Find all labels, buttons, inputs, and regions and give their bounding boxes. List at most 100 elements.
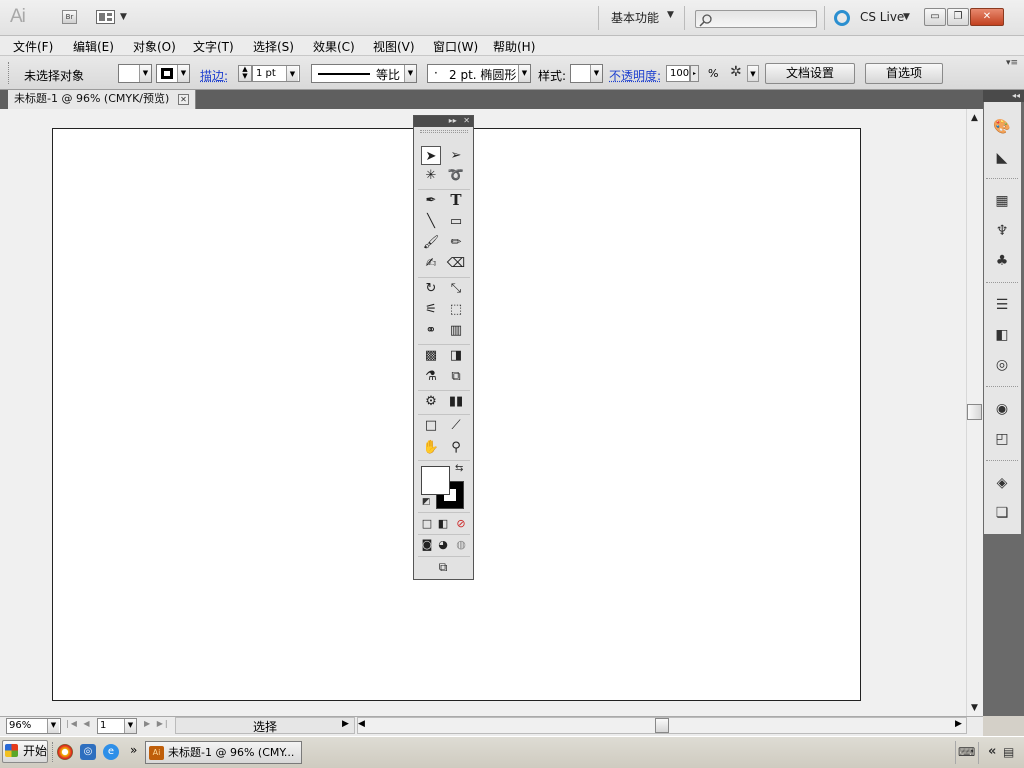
lasso-tool-icon[interactable]: ➰ [446, 166, 466, 185]
zoom-tool-icon[interactable]: ⚲ [446, 438, 466, 457]
chevron-down-icon[interactable]: ▼ [667, 10, 674, 20]
menu-object[interactable]: 对象(O) [133, 38, 176, 55]
perspective-grid-tool-icon[interactable]: ▥ [446, 321, 466, 340]
color-palette-icon[interactable]: 🎨 [993, 118, 1011, 136]
tools-panel-grip[interactable] [420, 130, 468, 133]
opacity-label[interactable]: 不透明度: [609, 67, 661, 84]
graphic-style-picker[interactable]: ▼ [570, 64, 603, 83]
browser-icon[interactable]: ◎ [80, 744, 96, 760]
tools-panel-header[interactable]: ▸▸ ✕ [414, 116, 473, 127]
color-guide-icon[interactable]: ◣ [993, 149, 1011, 167]
direct-selection-tool-icon[interactable]: ➢ [446, 146, 466, 165]
appearance-icon[interactable]: ◉ [993, 400, 1011, 418]
chevron-down-icon[interactable]: ▼ [518, 65, 530, 82]
chevron-down-icon[interactable]: ▼ [404, 65, 416, 82]
line-segment-tool-icon[interactable]: ╲ [421, 212, 441, 231]
cs-live-icon[interactable] [833, 9, 851, 27]
menu-file[interactable]: 文件(F) [13, 38, 53, 55]
opacity-slider-toggle[interactable]: ▸ [690, 65, 699, 82]
blob-brush-tool-icon[interactable]: ✍ [421, 254, 441, 273]
chevron-down-icon[interactable]: ▼ [139, 65, 151, 82]
first-prev-artboard-icon[interactable]: |◀ ◀ [66, 719, 92, 728]
width-tool-icon[interactable]: ⚟ [421, 300, 441, 319]
stroke-color-picker[interactable]: ▼ [156, 64, 190, 83]
layers-icon[interactable]: ◈ [993, 474, 1011, 492]
brush-definition[interactable]: · 2 pt. 椭圆形 ▼ [427, 64, 531, 83]
arrange-dropdown-icon[interactable]: ▼ [120, 12, 127, 22]
quicklaunch-overflow-icon[interactable]: » [130, 743, 137, 757]
shape-builder-tool-icon[interactable]: ⚭ [421, 321, 441, 340]
internet-explorer-icon[interactable]: e [103, 744, 119, 760]
graphic-styles-icon[interactable]: ◰ [993, 430, 1011, 448]
status-menu-icon[interactable]: ▶ [342, 719, 349, 729]
recolor-artwork-icon[interactable]: ✲ [730, 64, 742, 80]
change-screen-mode-icon[interactable]: ⧉ [433, 558, 453, 577]
column-graph-tool-icon[interactable]: ▮▮ [446, 392, 466, 411]
stroke-weight-stepper[interactable]: ▲ ▼ [238, 65, 252, 82]
chevron-down-icon[interactable]: ▼ [286, 66, 298, 81]
chevron-down-icon[interactable]: ▼ [747, 65, 759, 82]
draw-behind-icon[interactable]: ◕ [433, 535, 453, 554]
keyboard-icon[interactable]: ⌨ [958, 745, 975, 759]
draw-inside-icon[interactable]: ◍ [451, 535, 471, 554]
default-fill-stroke-icon[interactable]: ◩ [422, 497, 431, 507]
document-setup-button[interactable]: 文档设置 [765, 63, 855, 84]
taskbar-item-illustrator[interactable]: 未标题-1 @ 96% (CMY... [145, 741, 302, 764]
transparency-icon[interactable]: ◎ [993, 356, 1011, 374]
bridge-button[interactable]: Br [62, 10, 77, 24]
next-last-artboard-icon[interactable]: ▶ ▶| [144, 719, 170, 728]
menu-select[interactable]: 选择(S) [253, 38, 294, 55]
chevron-down-icon[interactable]: ▼ [177, 65, 189, 82]
none-mode-icon[interactable]: ⊘ [451, 514, 471, 533]
minimize-button[interactable]: ▭ [924, 8, 946, 26]
arrange-documents-icon[interactable] [96, 10, 115, 24]
paintbrush-tool-icon[interactable]: 🖌 [421, 233, 441, 252]
menu-help[interactable]: 帮助(H) [493, 38, 535, 55]
vertical-scroll-thumb[interactable] [967, 404, 982, 420]
hand-tool-icon[interactable]: ✋ [421, 438, 441, 457]
artboards-icon[interactable]: ❏ [993, 504, 1011, 522]
fill-color-picker[interactable]: ▼ [118, 64, 152, 83]
chrome-icon[interactable] [57, 744, 73, 760]
tray-expand-icon[interactable]: « [988, 744, 996, 759]
tools-close-button[interactable]: ✕ [463, 116, 470, 125]
scale-tool-icon[interactable]: ⤡ [446, 279, 466, 298]
menu-edit[interactable]: 编辑(E) [73, 38, 114, 55]
chevron-down-icon[interactable]: ▼ [124, 719, 136, 733]
document-tab[interactable]: 未标题-1 @ 96% (CMYK/预览) [8, 90, 196, 109]
scroll-right-icon[interactable]: ▶ [955, 719, 962, 729]
cs-live-button[interactable]: CS Live [860, 10, 904, 24]
menu-window[interactable]: 窗口(W) [433, 38, 478, 55]
rectangle-tool-icon[interactable]: ▭ [446, 212, 466, 231]
artboard-tool-icon[interactable]: □ [421, 416, 441, 435]
scroll-up-icon[interactable]: ▲ [966, 110, 983, 126]
close-button[interactable]: ✕ [970, 8, 1004, 26]
magic-wand-tool-icon[interactable]: ✳ [421, 166, 441, 185]
fill-swatch[interactable] [421, 466, 450, 495]
opacity-field[interactable]: 100 [666, 65, 690, 82]
close-icon[interactable]: ✕ [178, 94, 189, 105]
dock-collapse-button[interactable]: ◂◂ [983, 90, 1024, 102]
pen-tool-icon[interactable]: ✒ [421, 191, 441, 210]
panel-menu-icon[interactable]: ▾≡ [1006, 58, 1018, 68]
mesh-tool-icon[interactable]: ▩ [421, 346, 441, 365]
menu-type[interactable]: 文字(T) [193, 38, 234, 55]
stroke-label[interactable]: 描边: [200, 67, 228, 84]
swatches-icon[interactable]: ▦ [993, 192, 1011, 210]
variable-width-profile[interactable]: 等比 ▼ [311, 64, 417, 83]
slice-tool-icon[interactable]: ⟋ [446, 416, 466, 435]
chevron-down-icon[interactable]: ▼ [903, 12, 910, 22]
gradient-icon[interactable]: ◧ [993, 326, 1011, 344]
scroll-down-icon[interactable]: ▼ [966, 700, 983, 716]
chevron-down-icon[interactable]: ▼ [47, 719, 59, 733]
control-bar-grip[interactable] [8, 62, 10, 84]
symbols-icon[interactable]: ♣ [993, 252, 1011, 270]
selection-tool-icon[interactable]: ➤ [421, 146, 441, 165]
free-transform-tool-icon[interactable]: ⬚ [446, 300, 466, 319]
brushes-icon[interactable]: ♆ [993, 222, 1011, 240]
eyedropper-tool-icon[interactable]: ⚗ [421, 367, 441, 386]
preferences-button[interactable]: 首选项 [865, 63, 943, 84]
search-input[interactable] [695, 10, 817, 28]
blend-tool-icon[interactable]: ⧉ [446, 367, 466, 386]
stroke-icon[interactable]: ☰ [993, 296, 1011, 314]
